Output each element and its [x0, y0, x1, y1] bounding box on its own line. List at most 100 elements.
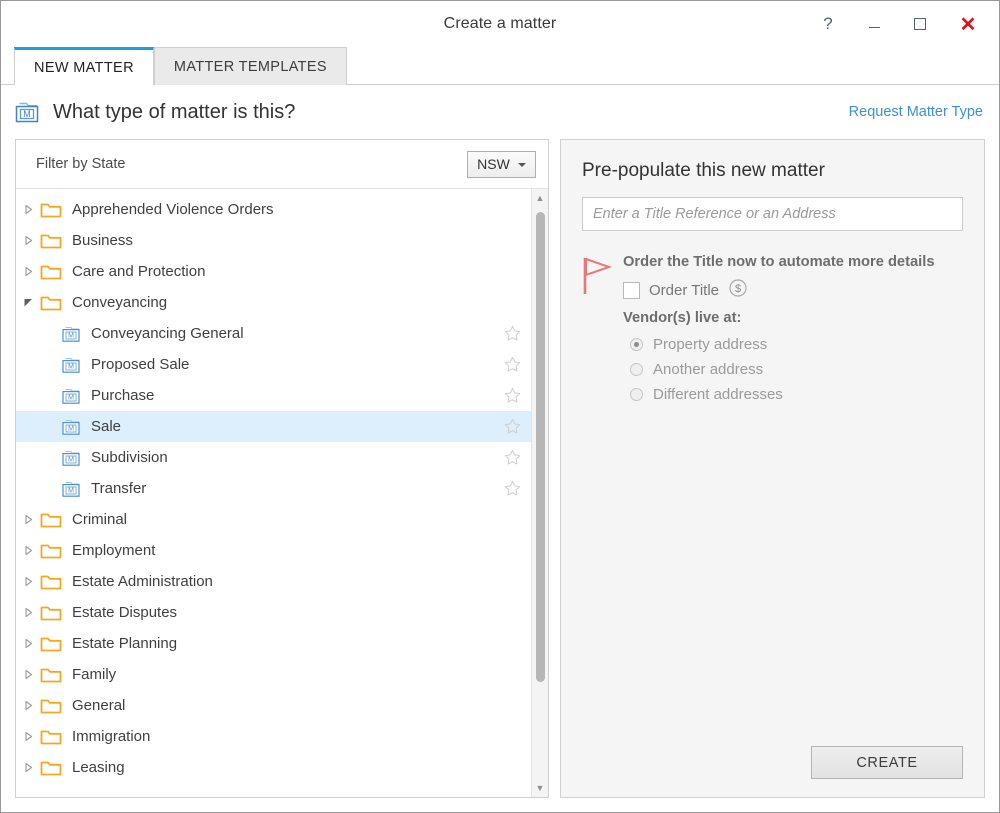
help-icon[interactable]: ?: [805, 4, 851, 44]
favorite-star-icon[interactable]: [504, 356, 521, 373]
collapse-arrow-icon[interactable]: [16, 297, 40, 308]
folder-icon: [40, 666, 62, 684]
tree-item-label: Sale: [91, 418, 121, 435]
tree-item-transfer[interactable]: MTransfer: [16, 473, 531, 504]
create-button[interactable]: CREATE: [811, 746, 963, 779]
order-title-block: Order the Title now to automate more det…: [582, 254, 963, 407]
matter-icon: M: [62, 325, 82, 343]
scroll-up-icon[interactable]: ▲: [532, 189, 548, 207]
svg-text:M: M: [68, 363, 74, 370]
tree-item-apprehended-violence-orders[interactable]: Apprehended Violence Orders: [16, 194, 531, 225]
matter-icon: M: [62, 449, 82, 467]
tree-item-label: Estate Disputes: [72, 604, 177, 621]
radio-different-addresses-label: Different addresses: [653, 386, 783, 403]
expand-arrow-icon[interactable]: [16, 545, 40, 556]
order-title-label: Order Title: [649, 282, 719, 299]
expand-arrow-icon[interactable]: [16, 669, 40, 680]
tree-item-estate-planning[interactable]: Estate Planning: [16, 628, 531, 659]
folder-icon: [40, 573, 62, 591]
tree-item-label: Apprehended Violence Orders: [72, 201, 274, 218]
vendors-live-at-heading: Vendor(s) live at:: [623, 310, 963, 326]
expand-arrow-icon[interactable]: [16, 514, 40, 525]
tree-item-estate-administration[interactable]: Estate Administration: [16, 566, 531, 597]
tree-item-criminal[interactable]: Criminal: [16, 504, 531, 535]
expand-arrow-icon[interactable]: [16, 700, 40, 711]
panel-spacer: [582, 407, 963, 746]
favorite-star-icon[interactable]: [504, 418, 521, 435]
svg-text:M: M: [68, 394, 74, 401]
close-icon[interactable]: ✕: [943, 4, 993, 44]
tree-item-label: Family: [72, 666, 116, 683]
favorite-star-icon[interactable]: [504, 449, 521, 466]
tree-item-leasing[interactable]: Leasing: [16, 752, 531, 783]
tree-item-sale[interactable]: MSale: [16, 411, 531, 442]
tree-item-conveyancing[interactable]: Conveyancing: [16, 287, 531, 318]
favorite-star-icon[interactable]: [504, 325, 521, 342]
svg-text:$: $: [735, 283, 741, 295]
expand-arrow-icon[interactable]: [16, 204, 40, 215]
expand-arrow-icon[interactable]: [16, 762, 40, 773]
tree-item-label: Estate Planning: [72, 635, 177, 652]
minimize-icon[interactable]: [851, 4, 897, 44]
tree-item-subdivision[interactable]: MSubdivision: [16, 442, 531, 473]
expand-arrow-icon[interactable]: [16, 731, 40, 742]
radio-property-address-label: Property address: [653, 336, 767, 353]
folder-icon: [40, 697, 62, 715]
radio-property-address[interactable]: Property address: [623, 332, 963, 357]
tree-item-estate-disputes[interactable]: Estate Disputes: [16, 597, 531, 628]
tree-item-label: Immigration: [72, 728, 150, 745]
favorite-star-icon[interactable]: [504, 480, 521, 497]
tab-new-matter[interactable]: NEW MATTER: [14, 47, 154, 85]
svg-text:M: M: [23, 109, 31, 119]
tree-item-family[interactable]: Family: [16, 659, 531, 690]
order-title-checkbox[interactable]: [623, 282, 640, 299]
tree-item-conveyancing-general[interactable]: M Conveyancing General: [16, 318, 531, 349]
expand-arrow-icon[interactable]: [16, 638, 40, 649]
tree-item-purchase[interactable]: MPurchase: [16, 380, 531, 411]
create-matter-window: Create a matter ? ✕ NEW MATTER MATTER TE…: [0, 0, 1000, 813]
radio-another-address[interactable]: Another address: [623, 357, 963, 382]
tree-item-proposed-sale[interactable]: MProposed Sale: [16, 349, 531, 380]
scroll-down-icon[interactable]: ▼: [532, 779, 548, 797]
radio-another-address-label: Another address: [653, 361, 763, 378]
tree-item-label: Conveyancing General: [91, 325, 244, 342]
radio-property-address-button[interactable]: [630, 338, 643, 351]
expand-arrow-icon[interactable]: [16, 576, 40, 587]
folder-icon: [40, 759, 62, 777]
radio-different-addresses-button[interactable]: [630, 388, 643, 401]
tree-scrollbar[interactable]: ▲ ▼: [531, 189, 548, 797]
tree-item-general[interactable]: General: [16, 690, 531, 721]
request-matter-type-link[interactable]: Request Matter Type: [849, 104, 983, 120]
content-area: Filter by State NSW Apprehended Violence…: [1, 139, 999, 812]
tab-matter-templates[interactable]: MATTER TEMPLATES: [154, 47, 347, 85]
folder-icon: [40, 542, 62, 560]
radio-different-addresses[interactable]: Different addresses: [623, 382, 963, 407]
expand-arrow-icon[interactable]: [16, 607, 40, 618]
tree-item-label: Criminal: [72, 511, 127, 528]
title-reference-input[interactable]: [582, 197, 963, 231]
title-bar: Create a matter ? ✕: [1, 1, 999, 47]
panel-footer: CREATE: [582, 746, 963, 779]
folder-icon: [40, 511, 62, 529]
tree-item-label: Estate Administration: [72, 573, 213, 590]
tree-item-label: Transfer: [91, 480, 146, 497]
folder-icon: [40, 201, 62, 219]
tree-item-label: Care and Protection: [72, 263, 205, 280]
prepopulate-panel: Pre-populate this new matter Order the T…: [560, 139, 985, 798]
radio-another-address-button[interactable]: [630, 363, 643, 376]
expand-arrow-icon[interactable]: [16, 235, 40, 246]
tree-item-care-and-protection[interactable]: Care and Protection: [16, 256, 531, 287]
page-title: What type of matter is this?: [53, 101, 295, 124]
maximize-icon[interactable]: [897, 4, 943, 44]
filter-by-state-label: Filter by State: [36, 156, 125, 172]
tree-item-employment[interactable]: Employment: [16, 535, 531, 566]
tree-item-immigration[interactable]: Immigration: [16, 721, 531, 752]
scrollbar-thumb[interactable]: [536, 212, 545, 682]
expand-arrow-icon[interactable]: [16, 266, 40, 277]
order-title-checkbox-row[interactable]: Order Title $: [623, 278, 963, 303]
favorite-star-icon[interactable]: [504, 387, 521, 404]
scrollbar-track[interactable]: [532, 207, 548, 779]
state-dropdown[interactable]: NSW: [467, 151, 536, 178]
tree-item-business[interactable]: Business: [16, 225, 531, 256]
prepopulate-title: Pre-populate this new matter: [582, 160, 963, 182]
